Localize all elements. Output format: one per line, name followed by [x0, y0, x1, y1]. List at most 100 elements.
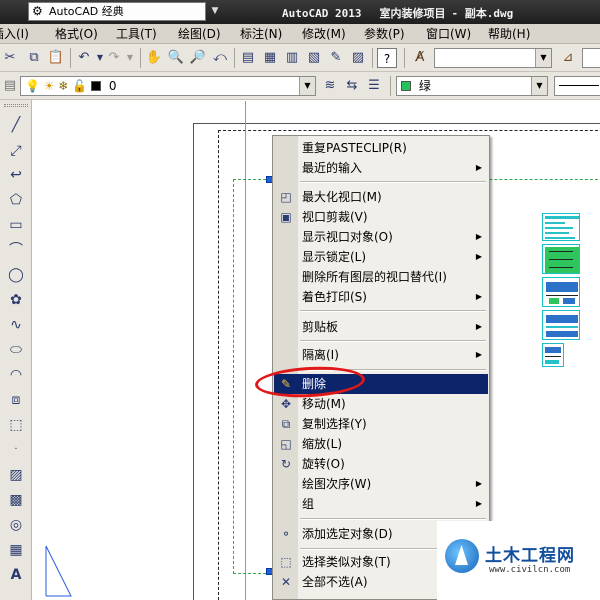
color-swatch: [401, 81, 411, 91]
workspace-switcher[interactable]: ⚙ AutoCAD 经典: [28, 2, 206, 21]
dim-style-icon[interactable]: ⊿: [558, 48, 578, 68]
color-value: 绿: [418, 79, 431, 93]
arc-icon[interactable]: ⌒: [5, 239, 27, 261]
layer-previous-icon[interactable]: ⇆: [342, 76, 362, 96]
menu-parameter[interactable]: 参数(P): [364, 26, 405, 42]
polygon-icon[interactable]: ⬠: [5, 189, 27, 211]
ellipse-icon[interactable]: ⬭: [5, 339, 27, 361]
menu-item-display-viewport-objects[interactable]: 显示视口对象(O) ▶: [274, 227, 488, 247]
dim-style-select[interactable]: [582, 48, 600, 68]
menu-item-label: 删除所有图层的视口替代(I): [302, 270, 447, 284]
menu-insert[interactable]: 插入(I): [0, 26, 29, 42]
layer-state-icon[interactable]: ☰: [364, 76, 384, 96]
linetype-select[interactable]: [554, 76, 600, 96]
menu-bar: 插入(I) 格式(O) 工具(T) 绘图(D) 标注(N) 修改(M) 参数(P…: [0, 24, 600, 44]
chevron-down-icon[interactable]: ▼: [208, 2, 222, 21]
menu-item-isolate[interactable]: 隔离(I) ▶: [274, 345, 488, 365]
zoom-realtime-icon[interactable]: 🔍: [166, 48, 186, 68]
toolbar-separator: [234, 48, 235, 68]
file-name: - 副本.dwg: [451, 7, 514, 20]
zoom-previous-icon[interactable]: ⤺: [210, 48, 230, 68]
toolbar-separator: [404, 48, 405, 68]
menu-item-remove-viewport-overrides[interactable]: 删除所有图层的视口替代(I): [274, 267, 488, 287]
menu-item-label: 最近的输入: [302, 161, 363, 175]
menu-item-viewport-clip[interactable]: ▣ 视口剪裁(V): [274, 207, 488, 227]
menu-item-label: 全部不选(A): [302, 575, 368, 589]
lock-icon: 🔓: [72, 79, 88, 93]
menu-tools[interactable]: 工具(T): [116, 26, 157, 42]
menu-draw[interactable]: 绘图(D): [178, 26, 221, 42]
sketch-fragment: [45, 545, 72, 597]
properties-icon[interactable]: ▤: [238, 48, 258, 68]
multiline-text-icon[interactable]: A: [5, 564, 27, 586]
menu-separator: [300, 181, 486, 183]
menu-window[interactable]: 窗口(W): [426, 26, 471, 42]
point-icon[interactable]: ·: [5, 439, 27, 461]
menu-item-group[interactable]: 组 ▶: [274, 494, 488, 514]
menu-item-clipboard[interactable]: 剪贴板 ▶: [274, 317, 488, 337]
paste-icon[interactable]: 📋: [46, 48, 66, 68]
color-select[interactable]: 绿 ▼: [396, 76, 548, 96]
project-name: 室内装修项目: [379, 7, 446, 20]
construction-line-icon[interactable]: ⤢: [5, 140, 27, 162]
title-bar: ⚙ AutoCAD 经典 ▼ AutoCAD 2013 室内装修项目 - 副本.dw…: [0, 0, 600, 24]
table-icon[interactable]: ▦: [5, 539, 27, 561]
watermark-title: 土木工程网: [485, 546, 575, 566]
make-current-icon[interactable]: ≋: [320, 76, 340, 96]
region-icon[interactable]: ◎: [5, 514, 27, 536]
gradient-icon[interactable]: ▩: [5, 489, 27, 511]
calculator-icon[interactable]: ▨: [348, 48, 368, 68]
tool-palettes-icon[interactable]: ▥: [282, 48, 302, 68]
submenu-arrow-icon: ▶: [475, 163, 482, 172]
workspace-label: AutoCAD 经典: [49, 5, 124, 18]
zoom-window-icon[interactable]: 🔎: [188, 48, 208, 68]
text-style-icon[interactable]: A̸: [410, 48, 430, 68]
menu-item-label: 显示锁定(L): [302, 250, 367, 264]
freeze-icon: ❄: [58, 79, 69, 93]
watermark: 土木工程网 www.civilcn.com: [437, 521, 600, 600]
menu-item-recent-input[interactable]: 最近的输入 ▶: [274, 158, 488, 178]
rectangle-icon[interactable]: ▭: [5, 214, 27, 236]
submenu-arrow-icon: ▶: [475, 322, 482, 331]
cut-icon[interactable]: ✂: [0, 48, 20, 68]
menu-item-repeat-pasteclip[interactable]: 重复PASTECLIP(R): [274, 138, 488, 158]
menu-item-label: 显示视口对象(O): [302, 230, 393, 244]
hatch-icon[interactable]: ▨: [5, 464, 27, 486]
chevron-down-icon[interactable]: ▼: [120, 48, 140, 68]
menu-item-copy-selection[interactable]: ⧉ 复制选择(Y): [274, 414, 488, 434]
menu-separator: [300, 310, 486, 312]
copy-icon: ⧉: [281, 417, 291, 431]
menu-item-label: 旋转(O): [302, 457, 345, 471]
markup-icon[interactable]: ✎: [326, 48, 346, 68]
menu-item-scale[interactable]: ◱ 缩放(L): [274, 434, 488, 454]
circle-icon[interactable]: ◯: [5, 264, 27, 286]
text-style-select[interactable]: ▼: [434, 48, 552, 68]
menu-item-rotate[interactable]: ↻ 旋转(O): [274, 454, 488, 474]
design-center-icon[interactable]: ▦: [260, 48, 280, 68]
maximize-viewport-icon: ◰: [280, 190, 292, 204]
submenu-arrow-icon: ▶: [475, 479, 482, 488]
menu-item-display-locked[interactable]: 显示锁定(L) ▶: [274, 247, 488, 267]
toolbar-grip[interactable]: [4, 104, 28, 107]
layer-manager-icon[interactable]: ▤: [0, 76, 20, 96]
spline-icon[interactable]: ∿: [5, 314, 27, 336]
menu-item-maximize-viewport[interactable]: ◰ 最大化视口(M): [274, 187, 488, 207]
menu-format[interactable]: 格式(O): [55, 26, 98, 42]
sheet-set-icon[interactable]: ▧: [304, 48, 324, 68]
ellipse-arc-icon[interactable]: ◠: [5, 364, 27, 386]
help-icon[interactable]: ?: [377, 48, 397, 68]
move-icon: ✥: [280, 397, 292, 411]
insert-block-icon[interactable]: ⧈: [5, 389, 27, 411]
polyline-icon[interactable]: ↩: [5, 164, 27, 186]
pan-icon[interactable]: ✋: [144, 48, 164, 68]
line-icon[interactable]: ╱: [5, 114, 27, 136]
menu-dimension[interactable]: 标注(N): [240, 26, 282, 42]
menu-modify[interactable]: 修改(M): [302, 26, 346, 42]
menu-help[interactable]: 帮助(H): [488, 26, 530, 42]
menu-item-draw-order[interactable]: 绘图次序(W) ▶: [274, 474, 488, 494]
copy-icon[interactable]: ⧉: [24, 48, 44, 68]
layer-select[interactable]: 💡 ☀ ❄ 🔓 0 ▼: [20, 76, 316, 96]
make-block-icon[interactable]: ⬚: [5, 414, 27, 436]
revision-cloud-icon[interactable]: ✿: [5, 289, 27, 311]
menu-item-shade-plot[interactable]: 着色打印(S) ▶: [274, 287, 488, 307]
